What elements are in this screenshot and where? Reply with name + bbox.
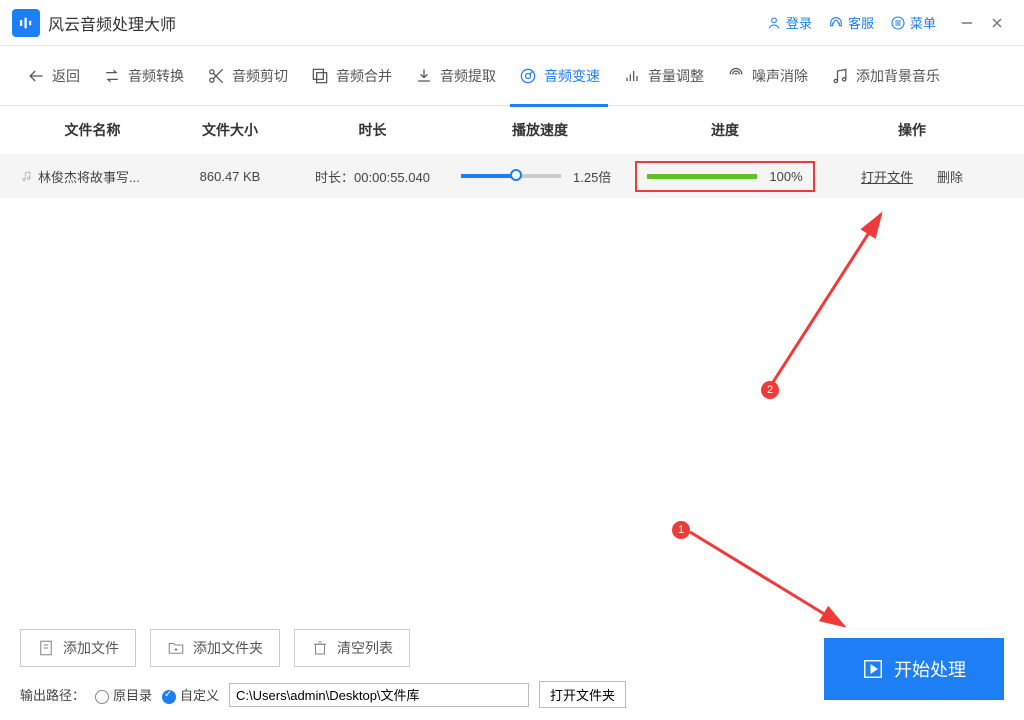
tab-volume[interactable]: 音量调整 (614, 60, 712, 92)
titlebar: 风云音频处理大师 登录 客服 菜单 (0, 0, 1024, 46)
open-file-link[interactable]: 打开文件 (861, 167, 913, 186)
menu-link[interactable]: 菜单 (890, 13, 936, 32)
cell-speed: 1.25倍 (450, 167, 630, 186)
annotation-arrow-1 (684, 390, 904, 650)
add-folder-label: 添加文件夹 (193, 638, 263, 658)
back-label: 返回 (52, 66, 80, 86)
minimize-button[interactable] (952, 8, 982, 38)
add-file-button[interactable]: 添加文件 (20, 629, 136, 667)
cell-filename: 林俊杰将故事写... (20, 167, 165, 186)
col-size: 文件大小 (165, 120, 295, 140)
tab-merge[interactable]: 音频合并 (302, 60, 400, 92)
close-button[interactable] (982, 8, 1012, 38)
col-duration: 时长 (295, 120, 450, 140)
open-folder-button[interactable]: 打开文件夹 (539, 681, 626, 708)
col-action: 操作 (820, 120, 1004, 140)
tab-cut[interactable]: 音频剪切 (198, 60, 296, 92)
tab-bgm[interactable]: 添加背景音乐 (822, 60, 948, 92)
col-progress: 进度 (630, 120, 820, 140)
progress-bar (647, 174, 757, 179)
tab-label: 音频剪切 (232, 66, 288, 86)
cell-progress: 100% (630, 161, 820, 192)
annotation-arrow-2 (668, 208, 908, 408)
speed-slider[interactable] (461, 174, 561, 178)
filename-text: 林俊杰将故事写... (38, 167, 140, 186)
cell-size: 860.47 KB (165, 169, 295, 184)
tab-label: 添加背景音乐 (856, 66, 940, 86)
tab-convert[interactable]: 音频转换 (94, 60, 192, 92)
cell-action: 打开文件 删除 (820, 167, 1004, 186)
start-process-button[interactable]: 开始处理 (824, 638, 1004, 700)
support-link[interactable]: 客服 (828, 13, 874, 32)
radio-original[interactable]: 原目录 (95, 685, 152, 704)
app-title: 风云音频处理大师 (48, 11, 176, 35)
cell-duration: 时长：00:00:55.040 (295, 167, 450, 186)
col-name: 文件名称 (20, 120, 165, 140)
tab-speed[interactable]: 音频变速 (510, 60, 608, 92)
tab-label: 噪声消除 (752, 66, 808, 86)
support-label: 客服 (848, 13, 874, 32)
clear-list-label: 清空列表 (337, 638, 393, 658)
radio-custom[interactable]: 自定义 (162, 685, 219, 704)
tab-label: 音量调整 (648, 66, 704, 86)
tab-label: 音频转换 (128, 66, 184, 86)
annotation-badge-2: 2 (761, 381, 779, 399)
tab-label: 音频合并 (336, 66, 392, 86)
tab-label: 音频变速 (544, 66, 600, 86)
annotation-badge-1: 1 (672, 521, 690, 539)
progress-text: 100% (769, 169, 802, 184)
login-link[interactable]: 登录 (766, 13, 812, 32)
music-file-icon (20, 169, 34, 183)
speed-value: 1.25倍 (573, 167, 619, 186)
app-logo (12, 9, 40, 37)
tab-extract[interactable]: 音频提取 (406, 60, 504, 92)
table-header: 文件名称 文件大小 时长 播放速度 进度 操作 (0, 106, 1024, 154)
add-file-label: 添加文件 (63, 638, 119, 658)
progress-highlight: 100% (635, 161, 814, 192)
output-label: 输出路径： (20, 685, 85, 704)
start-label: 开始处理 (894, 656, 966, 682)
tab-label: 音频提取 (440, 66, 496, 86)
toolbar: 返回 音频转换 音频剪切 音频合并 音频提取 音频变速 音量调整 噪声消除 添加… (0, 46, 1024, 106)
clear-list-button[interactable]: 清空列表 (294, 629, 410, 667)
menu-label: 菜单 (910, 13, 936, 32)
tab-denoise[interactable]: 噪声消除 (718, 60, 816, 92)
back-button[interactable]: 返回 (18, 60, 88, 92)
table-row: 林俊杰将故事写... 860.47 KB 时长：00:00:55.040 1.2… (0, 154, 1024, 198)
col-speed: 播放速度 (450, 120, 630, 140)
bottom-bar: 添加文件 添加文件夹 清空列表 输出路径： 原目录 自定义 打开文件夹 开始处理 (0, 615, 1024, 720)
delete-link[interactable]: 删除 (937, 167, 963, 186)
login-label: 登录 (786, 13, 812, 32)
output-path-input[interactable] (229, 683, 529, 707)
add-folder-button[interactable]: 添加文件夹 (150, 629, 280, 667)
